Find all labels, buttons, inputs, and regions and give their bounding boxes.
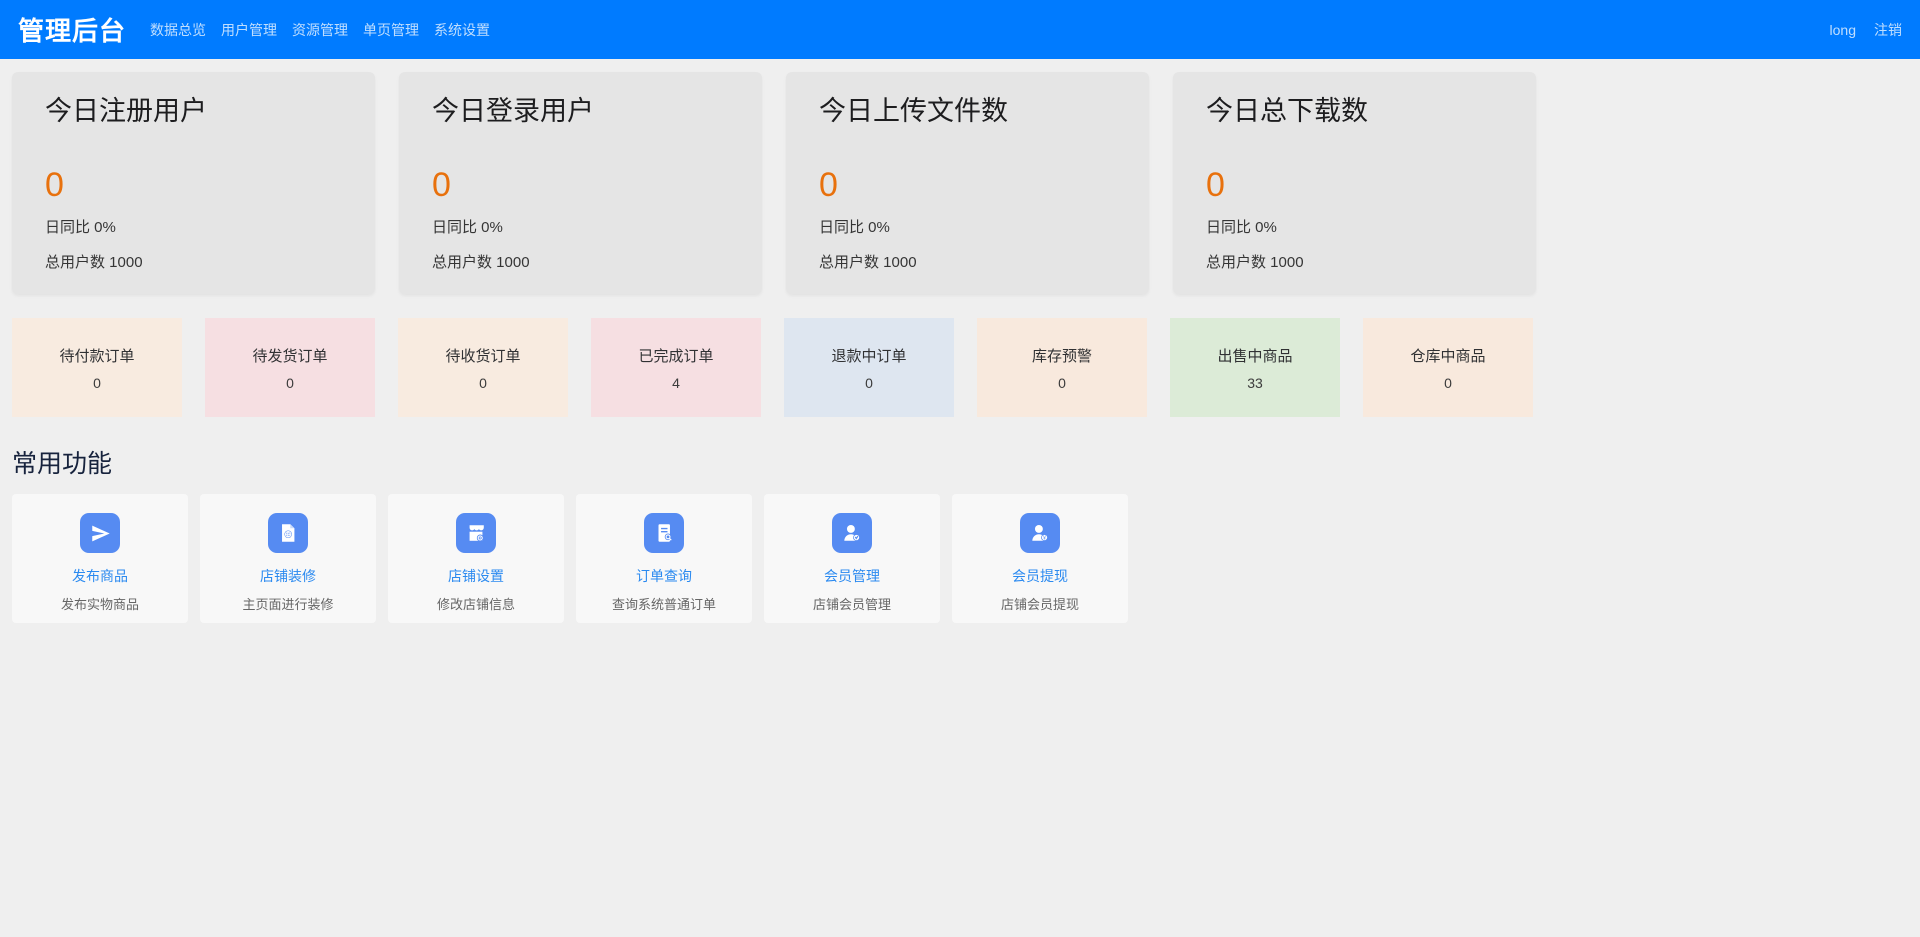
order-tile[interactable]: 出售中商品 33 (1170, 318, 1340, 417)
stat-card-total: 总用户数 1000 (1206, 253, 1503, 273)
order-tile-label: 出售中商品 (1217, 345, 1292, 366)
order-tile[interactable]: 库存预警 0 (977, 318, 1147, 417)
order-tile[interactable]: 仓库中商品 0 (1363, 318, 1533, 417)
stat-card: 今日注册用户 0 日同比 0% 总用户数 1000 (12, 72, 375, 294)
logout-link[interactable]: 注销 (1874, 12, 1902, 48)
order-tile-value: 4 (672, 375, 680, 391)
order-tile[interactable]: 待收货订单 0 (398, 318, 568, 417)
quick-function-title: 店铺设置 (388, 566, 564, 586)
stat-card-day-ratio: 日同比 0% (45, 218, 342, 238)
stat-card-total: 总用户数 1000 (432, 253, 729, 273)
stat-card-day-ratio: 日同比 0% (1206, 218, 1503, 238)
quick-function-title: 会员管理 (764, 566, 940, 586)
order-search-icon (644, 513, 684, 553)
stat-card-value: 0 (432, 167, 729, 203)
stat-card-title: 今日总下载数 (1206, 95, 1503, 127)
order-tile-value: 33 (1247, 375, 1263, 391)
navbar-right: long 注销 (1812, 12, 1902, 48)
order-tile[interactable]: 退款中订单 0 (784, 318, 954, 417)
dashboard-content: 今日注册用户 0 日同比 0% 总用户数 1000 今日登录用户 0 日同比 0… (0, 59, 1920, 623)
stats-row: 今日注册用户 0 日同比 0% 总用户数 1000 今日登录用户 0 日同比 0… (12, 72, 1908, 294)
main-nav: 数据总览 用户管理 资源管理 单页管理 系统设置 (150, 12, 505, 48)
quick-functions-heading: 常用功能 (12, 448, 1908, 480)
stat-card-value: 0 (45, 167, 342, 203)
top-navbar: 管理后台 数据总览 用户管理 资源管理 单页管理 系统设置 long 注销 (0, 0, 1920, 59)
order-tile[interactable]: 已完成订单 4 (591, 318, 761, 417)
quick-function-card[interactable]: 店铺装修 主页面进行装修 (200, 494, 376, 623)
member-manage-icon (832, 513, 872, 553)
quick-functions-row: 发布商品 发布实物商品 店铺装修 主页面进行装修 店铺设置 修改店铺信息 订单查… (12, 494, 1908, 623)
order-tile-value: 0 (286, 375, 294, 391)
order-tiles-row: 待付款订单 0 待发货订单 0 待收货订单 0 已完成订单 4 退款中订单 0 (12, 318, 1908, 417)
order-tile-label: 退款中订单 (831, 345, 906, 366)
order-tile-value: 0 (1058, 375, 1066, 391)
quick-function-card[interactable]: 发布商品 发布实物商品 (12, 494, 188, 623)
stat-card-title: 今日登录用户 (432, 95, 729, 127)
stat-card-total: 总用户数 1000 (819, 253, 1116, 273)
order-tile-label: 待付款订单 (59, 345, 134, 366)
nav-item[interactable]: 数据总览 (150, 12, 206, 48)
quick-function-subtitle: 查询系统普通订单 (576, 594, 752, 613)
quick-function-title: 发布商品 (12, 566, 188, 586)
quick-function-title: 订单查询 (576, 566, 752, 586)
order-tile[interactable]: 待付款订单 0 (12, 318, 182, 417)
quick-function-subtitle: 店铺会员提现 (952, 594, 1128, 613)
username-link[interactable]: long (1830, 14, 1856, 46)
order-tile-value: 0 (93, 375, 101, 391)
quick-function-subtitle: 店铺会员管理 (764, 594, 940, 613)
order-tile-value: 0 (479, 375, 487, 391)
quick-function-card[interactable]: 会员管理 店铺会员管理 (764, 494, 940, 623)
stat-card-value: 0 (819, 167, 1116, 203)
order-tile[interactable]: 待发货订单 0 (205, 318, 375, 417)
stat-card-title: 今日注册用户 (45, 95, 342, 127)
nav-item[interactable]: 用户管理 (221, 12, 277, 48)
quick-function-subtitle: 发布实物商品 (12, 594, 188, 613)
quick-function-title: 会员提现 (952, 566, 1128, 586)
stat-card-title: 今日上传文件数 (819, 95, 1116, 127)
order-tile-label: 库存预警 (1032, 345, 1092, 366)
app-title: 管理后台 (18, 11, 126, 48)
order-tile-label: 仓库中商品 (1410, 345, 1485, 366)
quick-function-card[interactable]: 店铺设置 修改店铺信息 (388, 494, 564, 623)
stat-card-day-ratio: 日同比 0% (819, 218, 1116, 238)
order-tile-label: 待收货订单 (445, 345, 520, 366)
stat-card-value: 0 (1206, 167, 1503, 203)
order-tile-label: 已完成订单 (638, 345, 713, 366)
member-withdraw-icon: ¥ (1020, 513, 1060, 553)
quick-function-subtitle: 修改店铺信息 (388, 594, 564, 613)
paper-plane-icon (80, 513, 120, 553)
order-tile-label: 待发货订单 (252, 345, 327, 366)
shop-settings-icon (456, 513, 496, 553)
order-tile-value: 0 (1444, 375, 1452, 391)
nav-item[interactable]: 资源管理 (292, 12, 348, 48)
quick-function-subtitle: 主页面进行装修 (200, 594, 376, 613)
stat-card: 今日上传文件数 0 日同比 0% 总用户数 1000 (786, 72, 1149, 294)
stat-card: 今日登录用户 0 日同比 0% 总用户数 1000 (399, 72, 762, 294)
stat-card-day-ratio: 日同比 0% (432, 218, 729, 238)
nav-item[interactable]: 系统设置 (434, 12, 490, 48)
order-tile-value: 0 (865, 375, 873, 391)
page-decorate-icon (268, 513, 308, 553)
quick-function-title: 店铺装修 (200, 566, 376, 586)
quick-function-card[interactable]: 订单查询 查询系统普通订单 (576, 494, 752, 623)
quick-function-card[interactable]: ¥ 会员提现 店铺会员提现 (952, 494, 1128, 623)
stat-card-total: 总用户数 1000 (45, 253, 342, 273)
stat-card: 今日总下载数 0 日同比 0% 总用户数 1000 (1173, 72, 1536, 294)
nav-item[interactable]: 单页管理 (363, 12, 419, 48)
